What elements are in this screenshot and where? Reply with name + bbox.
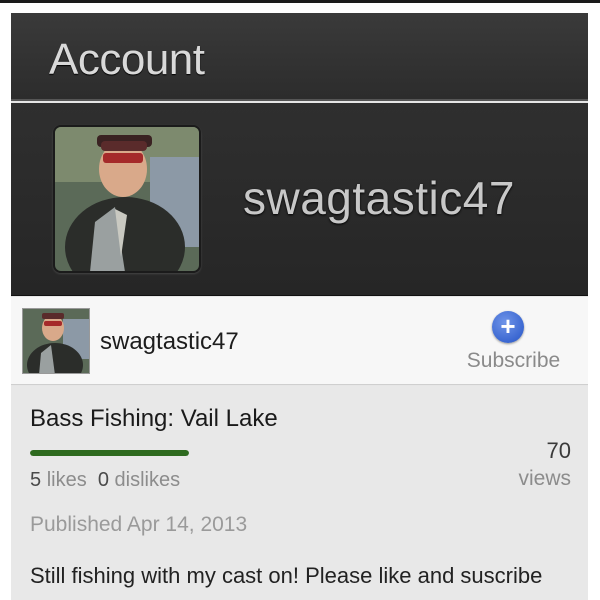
likes-summary: 5 likes 0 dislikes — [30, 469, 180, 492]
account-header: Account — [11, 13, 588, 101]
dislikes-count: 0 — [97, 469, 109, 491]
plus-icon: + — [492, 311, 524, 343]
published-date: Published Apr 14, 2013 — [30, 513, 248, 536]
views-label: views — [518, 467, 571, 490]
subscribe-label: Subscribe — [466, 349, 561, 372]
owner-username[interactable]: swagtastic47 — [100, 328, 239, 356]
like-ratio-fill — [30, 450, 189, 456]
video-description: Still fishing with my cast on! Please li… — [30, 563, 543, 588]
video-title: Bass Fishing: Vail Lake — [30, 405, 278, 432]
owner-avatar[interactable] — [22, 308, 90, 374]
profile-panel: swagtastic47 — [11, 103, 588, 296]
owner-photo-icon — [23, 309, 89, 373]
view-count: 70 — [546, 438, 571, 463]
profile-username: swagtastic47 — [243, 172, 515, 224]
subscribe-button[interactable]: + Subscribe — [466, 311, 571, 375]
app-frame: Account swagtastic47 swagtastic47 + Subs… — [11, 13, 588, 600]
page-title: Account — [49, 35, 205, 84]
profile-photo-icon — [55, 127, 199, 271]
like-ratio-bar — [30, 450, 189, 456]
profile-avatar[interactable] — [53, 125, 201, 273]
likes-count: 5 — [30, 469, 42, 491]
top-divider — [0, 0, 600, 3]
dislikes-label: dislikes — [114, 469, 181, 491]
video-info: Bass Fishing: Vail Lake 5 likes 0 dislik… — [11, 386, 588, 600]
likes-label: likes — [46, 469, 87, 491]
video-owner-row: swagtastic47 + Subscribe — [11, 297, 588, 385]
